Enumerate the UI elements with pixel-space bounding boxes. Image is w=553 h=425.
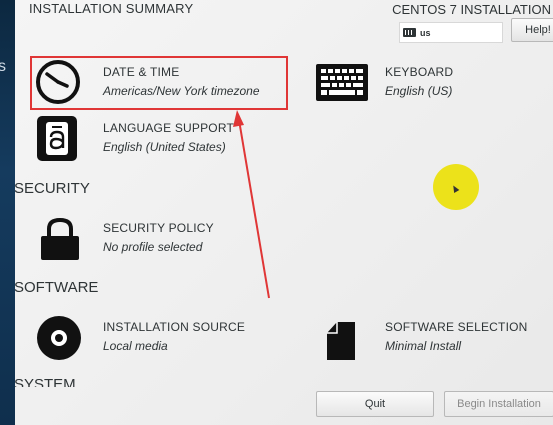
mouse-pointer-icon <box>450 183 460 194</box>
keyboard-small-icon <box>403 28 416 37</box>
disc-icon <box>37 316 81 360</box>
spoke-title: INSTALLATION SOURCE <box>103 320 246 334</box>
language-icon <box>37 116 77 161</box>
spoke-status: Local media <box>103 339 168 353</box>
section-heading-software: SOFTWARE <box>14 279 99 296</box>
help-button[interactable]: Help! <box>511 18 553 42</box>
spoke-status: Minimal Install <box>385 339 462 353</box>
product-title: CENTOS 7 INSTALLATION <box>392 2 551 17</box>
begin-installation-button[interactable]: Begin Installation <box>444 391 553 417</box>
spoke-title: SOFTWARE SELECTION <box>385 320 528 334</box>
spoke-keyboard[interactable]: KEYBOARD English (US) <box>315 60 553 105</box>
sidebar-glyph: s <box>0 58 6 75</box>
spoke-title: LANGUAGE SUPPORT <box>103 121 235 135</box>
package-icon <box>327 322 355 360</box>
spoke-status: No profile selected <box>103 240 203 254</box>
spoke-title: KEYBOARD <box>385 65 454 79</box>
annotation-highlight-box <box>30 56 288 110</box>
spoke-software-selection[interactable]: SOFTWARE SELECTION Minimal Install <box>315 315 553 360</box>
spoke-installation-source[interactable]: INSTALLATION SOURCE Local media <box>33 315 283 360</box>
spoke-security-policy[interactable]: SECURITY POLICY No profile selected <box>33 216 283 261</box>
keyboard-layout-label: us <box>420 27 431 38</box>
keyboard-icon <box>316 64 368 101</box>
page-title: INSTALLATION SUMMARY <box>29 1 194 16</box>
lock-icon <box>41 217 79 260</box>
keyboard-layout-indicator[interactable]: us <box>399 22 503 43</box>
spoke-status: English (US) <box>385 84 453 98</box>
spoke-language-support[interactable]: LANGUAGE SUPPORT English (United States) <box>33 116 283 161</box>
section-heading-security: SECURITY <box>14 180 90 197</box>
section-heading-system: SYSTEM <box>14 379 76 387</box>
spoke-status: English (United States) <box>103 140 226 154</box>
quit-button[interactable]: Quit <box>316 391 434 417</box>
left-sidebar-strip: s <box>0 0 15 425</box>
spoke-title: SECURITY POLICY <box>103 221 214 235</box>
cursor-highlight <box>433 164 479 210</box>
